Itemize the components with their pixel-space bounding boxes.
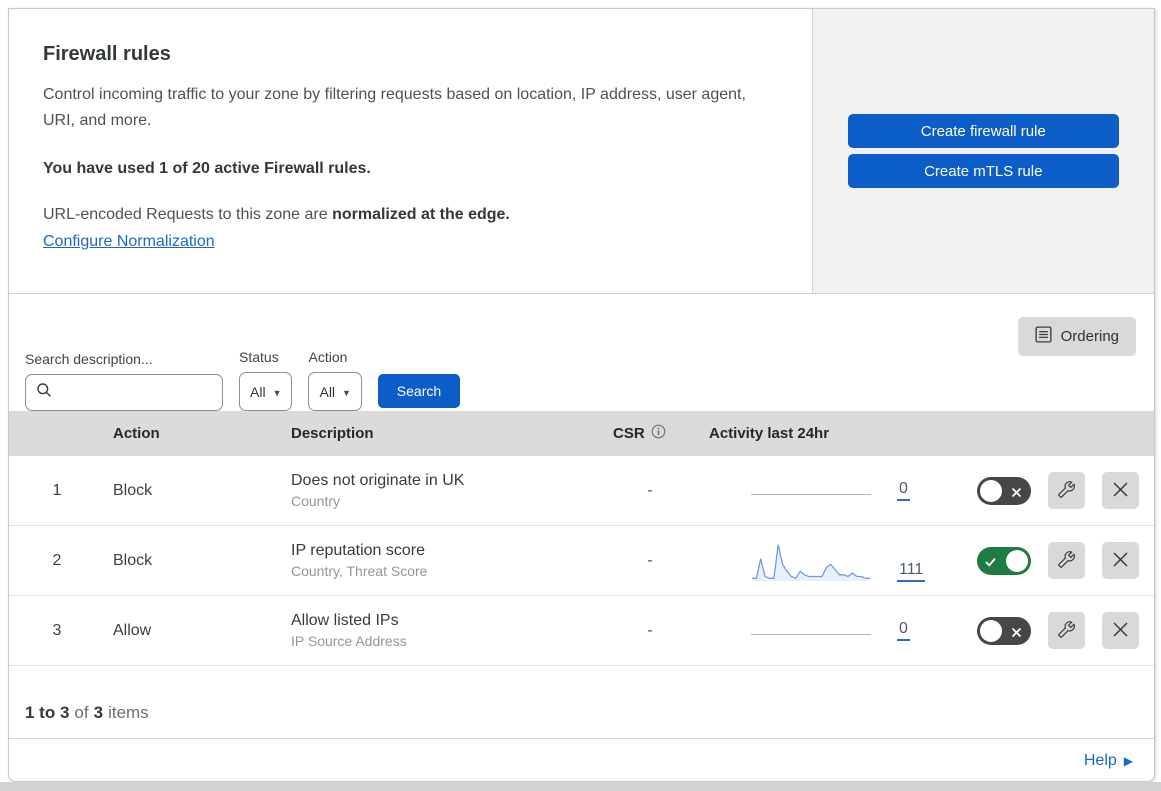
table-row: 3 Allow Allow listed IPs IP Source Addre… [9,596,1154,666]
create-mtls-rule-button[interactable]: Create mTLS rule [847,154,1119,188]
table-row: 2 Block IP reputation score Country, Thr… [9,526,1154,596]
info-icon[interactable] [651,424,666,443]
close-icon [1112,481,1129,501]
configure-normalization-link[interactable]: Configure Normalization [43,233,215,250]
table-row: 1 Block Does not originate in UK Country… [9,456,1154,526]
rule-description: IP reputation score [291,542,426,559]
activity-sparkline-chart [752,543,870,581]
close-icon [1112,621,1129,641]
rule-priority: 2 [52,551,62,569]
rule-enabled-toggle[interactable] [977,546,1031,575]
rule-description: Allow listed IPs [291,612,399,629]
usage-summary: You have used 1 of 20 active Firewall ru… [43,160,371,177]
rule-priority: 1 [52,481,62,499]
edit-rule-button[interactable] [1048,542,1085,579]
table-header-row: Action Description CSR Activity last 24h… [9,411,1154,456]
filter-bar: Search description... Status All ▼ Actio… [9,294,1154,411]
search-label: Search description... [25,351,153,367]
search-input[interactable] [52,384,233,401]
rule-description: Does not originate in UK [291,472,465,489]
rule-enabled-toggle[interactable] [977,476,1031,505]
delete-rule-button[interactable] [1102,472,1139,509]
toggle-knob [1006,549,1028,572]
rule-action: Allow [113,621,152,639]
pagination-summary: 1 to 3 of 3 items [9,666,1154,739]
rule-csr-value: - [647,481,653,499]
activity-sparkline-flat [751,634,871,635]
rule-criteria: IP Source Address [291,633,407,649]
toggle-knob [980,619,1002,642]
edit-rule-button[interactable] [1048,472,1085,509]
rule-csr-value: - [647,551,653,569]
status-select[interactable]: All ▼ [239,372,293,411]
normalization-note: URL-encoded Requests to this zone are no… [43,206,510,223]
wrench-icon [1058,620,1075,641]
chevron-down-icon: ▼ [272,387,282,398]
x-icon [1011,485,1022,503]
rule-csr-value: - [647,621,653,639]
rule-criteria: Country, Threat Score [291,563,428,579]
chevron-down-icon: ▼ [342,387,351,398]
search-box[interactable] [25,374,233,411]
activity-sparkline-flat [751,494,871,495]
activity-count-link[interactable]: 111 [897,561,926,582]
delete-rule-button[interactable] [1102,542,1139,579]
column-header-activity: Activity last 24hr [709,425,830,442]
delete-rule-button[interactable] [1102,612,1139,649]
activity-count-link[interactable]: 0 [897,480,910,501]
actions-panel: Create firewall rule Create mTLS rule [811,9,1154,293]
close-icon [1112,551,1129,571]
action-label: Action [308,349,348,365]
edit-rule-button[interactable] [1048,612,1085,649]
ordering-icon [1035,326,1052,347]
ordering-button[interactable]: Ordering [1017,317,1136,356]
page-description: Control incoming traffic to your zone by… [43,86,746,129]
help-arrow-icon: ▶ [1123,753,1133,768]
firewall-rules-card: Firewall rules Control incoming traffic … [8,8,1155,782]
search-button[interactable]: Search [377,374,460,408]
top-section: Firewall rules Control incoming traffic … [9,9,1154,294]
page-title: Firewall rules [43,43,171,65]
toggle-knob [980,479,1002,502]
activity-count-link[interactable]: 0 [897,620,910,641]
column-header-description: Description [291,425,374,442]
status-label: Status [239,349,279,365]
intro-section: Firewall rules Control incoming traffic … [9,9,812,293]
wrench-icon [1058,550,1075,571]
help-link[interactable]: Help ▶ [1084,752,1133,770]
page-background-strip [0,782,1161,791]
check-icon [985,555,996,573]
rules-table: Action Description CSR Activity last 24h… [9,411,1154,666]
action-select[interactable]: All ▼ [308,372,362,411]
create-firewall-rule-button[interactable]: Create firewall rule [847,114,1119,148]
rule-priority: 3 [52,621,62,639]
firewall-rules-page: Firewall rules Control incoming traffic … [0,0,1161,791]
wrench-icon [1058,480,1075,501]
column-header-csr: CSR [605,424,695,443]
search-icon [36,382,52,403]
rule-criteria: Country [291,493,341,509]
rule-action: Block [113,551,153,569]
help-bar: Help ▶ [9,739,1154,781]
rule-action: Block [113,481,153,499]
column-header-action: Action [113,425,160,442]
rule-enabled-toggle[interactable] [977,616,1031,645]
x-icon [1011,625,1022,643]
